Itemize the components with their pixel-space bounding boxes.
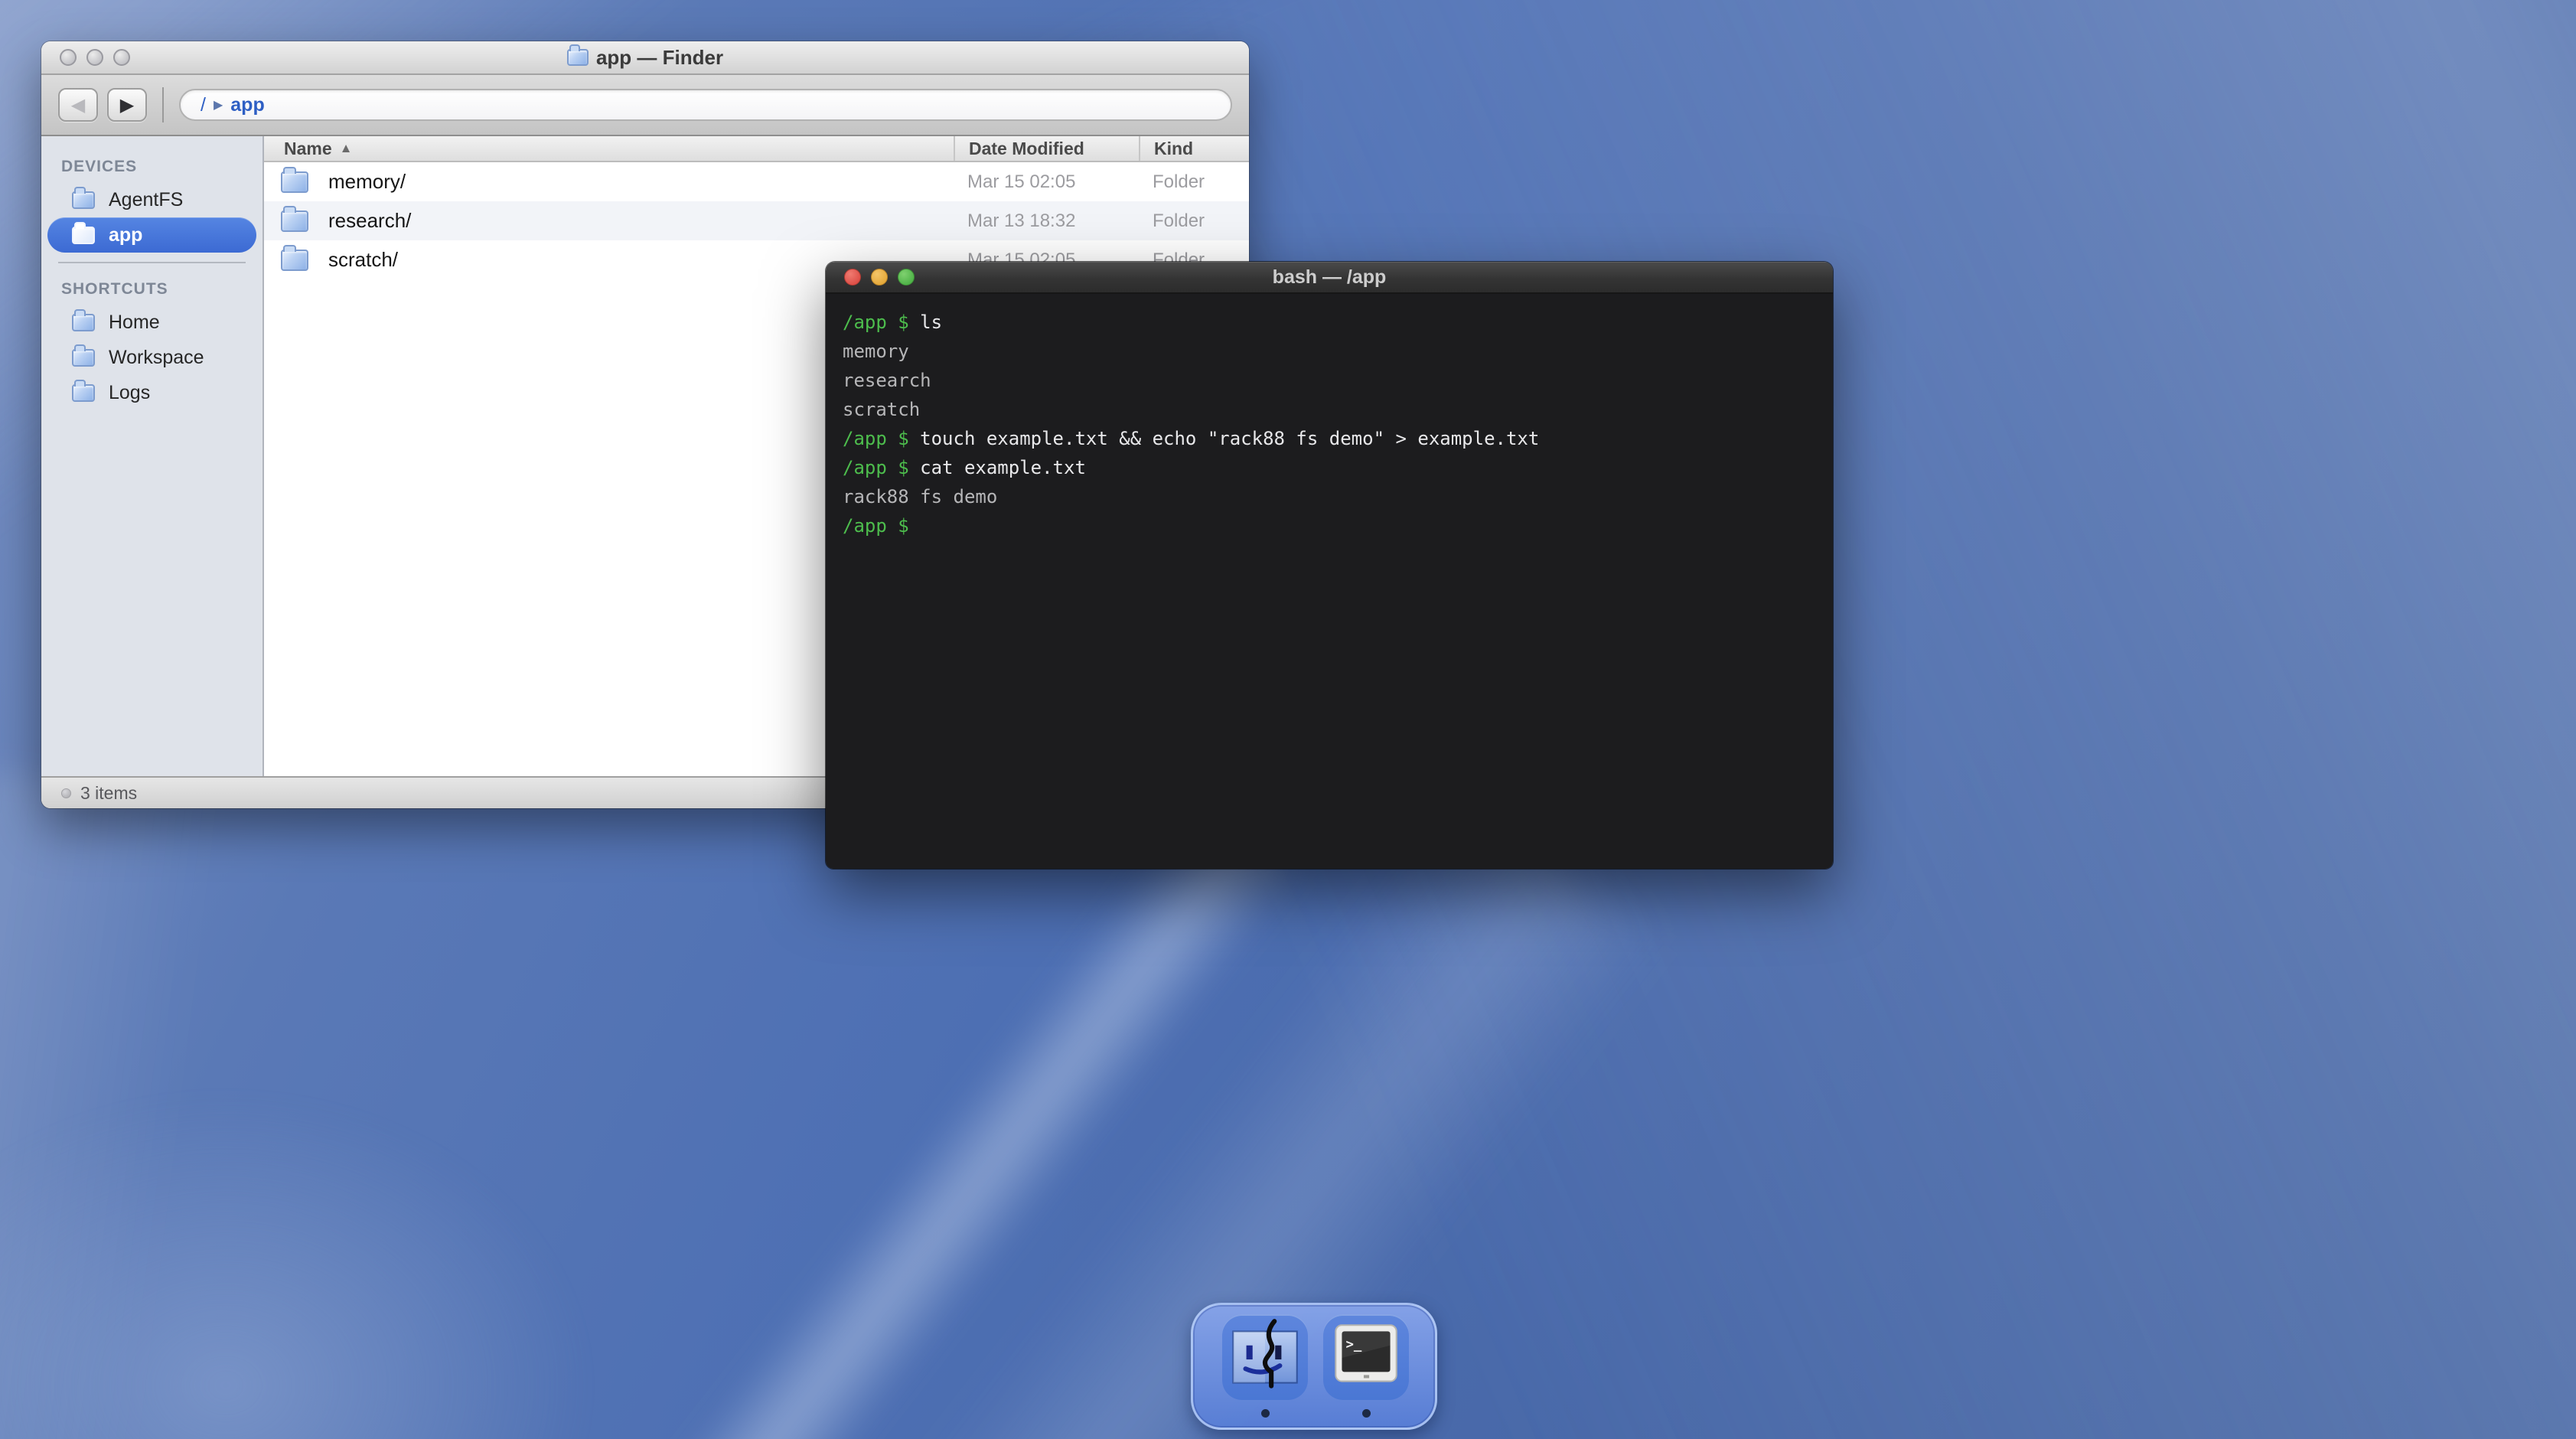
back-arrow-icon: ◀ [71,94,85,116]
terminal-line: memory [843,337,1816,366]
file-name: memory/ [328,170,406,194]
sort-ascending-icon: ▲ [340,141,353,156]
sidebar-item-home[interactable]: Home [47,305,256,340]
sidebar-item-logs[interactable]: Logs [47,375,256,410]
file-kind: Folder [1139,210,1249,232]
prompt: /app $ [843,515,909,537]
sidebar-section-shortcuts: SHORTCUTS [41,272,262,305]
command-text: cat example.txt [909,457,1086,478]
wallpaper-glow-bottom-left [0,1095,589,1439]
forward-arrow-icon: ▶ [120,94,134,116]
finder-toolbar: ◀ ▶ / ▶ app [41,75,1249,136]
column-header-kind[interactable]: Kind [1139,136,1249,161]
command-text: touch example.txt && echo "rack88 fs dem… [909,428,1540,449]
folder-icon [567,49,589,66]
toolbar-separator [162,87,164,122]
column-label: Name [284,139,332,159]
file-name: research/ [328,209,411,233]
terminal-line: /app $ touch example.txt && echo "rack88… [843,424,1816,453]
terminal-line: research [843,366,1816,395]
minimize-button[interactable] [871,269,888,286]
terminal-line: scratch [843,395,1816,424]
sidebar-section-devices: DEVICES [41,150,262,182]
zoom-button[interactable] [898,269,915,286]
file-date: Mar 15 02:05 [954,171,1139,193]
close-button[interactable] [844,269,861,286]
sidebar-item-label: Logs [109,382,150,404]
dock: >_ [1191,1303,1437,1430]
sidebar-item-agentfs[interactable]: AgentFS [47,182,256,217]
svg-text:>_: >_ [1346,1337,1362,1353]
sidebar-item-label: app [109,224,142,246]
window-title: bash — /app [1273,266,1387,289]
file-kind: Folder [1139,171,1249,193]
terminal-window: bash — /app /app $ ls memory research sc… [826,262,1833,869]
terminal-window-controls [844,262,915,292]
folder-icon [72,349,95,367]
terminal-line: /app $ ls [843,308,1816,337]
path-separator-icon: ▶ [214,97,223,113]
path-segment-current[interactable]: app [230,94,264,116]
folder-icon [281,210,308,232]
prompt: /app $ [843,312,909,333]
close-button[interactable] [60,49,77,66]
sidebar-item-app[interactable]: app [47,217,256,253]
minimize-button[interactable] [86,49,103,66]
prompt: /app $ [843,428,909,449]
output-text: research [843,370,931,391]
finder-sidebar: DEVICES AgentFS app SHORTCUTS Home W [41,136,264,776]
folder-icon [72,384,95,402]
folder-icon [281,171,308,193]
table-row[interactable]: memory/ Mar 15 02:05 Folder [264,162,1249,201]
prompt: /app $ [843,457,909,478]
folder-icon [72,314,95,331]
terminal-titlebar[interactable]: bash — /app [826,262,1833,294]
command-text: ls [909,312,942,333]
folder-icon [72,227,95,244]
table-row[interactable]: research/ Mar 13 18:32 Folder [264,201,1249,240]
column-header-date-modified[interactable]: Date Modified [954,136,1139,161]
terminal-line: /app $ [843,511,1816,540]
column-header-name[interactable]: Name ▲ [264,139,954,159]
terminal-icon: >_ [1323,1314,1409,1400]
folder-icon [281,250,308,271]
forward-button[interactable]: ▶ [107,88,147,122]
terminal-line: /app $ cat example.txt [843,453,1816,482]
status-dot-icon [61,788,71,798]
file-name-cell: research/ [264,209,954,233]
finder-window-controls [60,41,130,73]
finder-titlebar[interactable]: app — Finder [41,41,1249,75]
wallpaper-streak-left [0,769,214,1439]
column-label: Date Modified [969,139,1084,159]
output-text: rack88 fs demo [843,486,997,507]
back-button[interactable]: ◀ [58,88,98,122]
sidebar-item-label: Workspace [109,347,204,369]
output-text: memory [843,341,909,362]
item-count: 3 items [80,783,137,804]
window-title: app — Finder [596,46,723,70]
dock-item-terminal[interactable]: >_ [1323,1314,1409,1400]
file-name: scratch/ [328,248,398,272]
terminal-running-indicator [1362,1409,1371,1418]
sidebar-item-label: Home [109,312,160,334]
list-header: Name ▲ Date Modified Kind [264,136,1249,162]
folder-icon [72,191,95,209]
desktop: app — Finder ◀ ▶ / ▶ app DEVICES AgentFS [0,0,2576,1439]
file-date: Mar 13 18:32 [954,210,1139,232]
terminal-line: rack88 fs demo [843,482,1816,511]
output-text: scratch [843,399,920,420]
dock-item-finder[interactable] [1222,1314,1308,1400]
sidebar-item-workspace[interactable]: Workspace [47,340,256,375]
sidebar-divider [58,262,246,263]
finder-icon [1222,1314,1308,1400]
path-bar[interactable]: / ▶ app [179,89,1232,121]
column-label: Kind [1154,139,1193,159]
zoom-button[interactable] [113,49,130,66]
sidebar-item-label: AgentFS [109,189,183,211]
terminal-output[interactable]: /app $ ls memory research scratch /app $… [826,294,1833,869]
path-segment-root[interactable]: / [201,94,206,116]
finder-running-indicator [1261,1409,1270,1418]
file-name-cell: memory/ [264,170,954,194]
